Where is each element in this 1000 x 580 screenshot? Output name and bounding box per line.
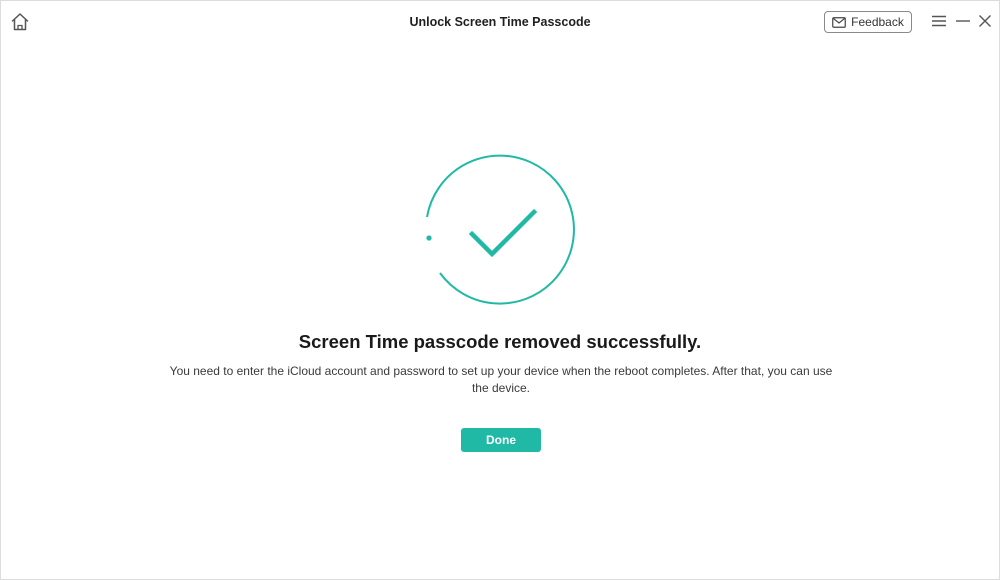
done-button[interactable]: Done (461, 428, 541, 452)
menu-button[interactable] (931, 13, 947, 29)
minimize-icon (956, 20, 970, 22)
menu-icon (932, 15, 946, 27)
success-headline: Screen Time passcode removed successfull… (298, 331, 702, 352)
feedback-button[interactable]: Feedback (824, 11, 912, 33)
close-icon (979, 15, 991, 27)
success-graphic (421, 151, 581, 311)
feedback-label: Feedback (851, 15, 904, 29)
mail-icon (832, 16, 846, 28)
title-bar: Unlock Screen Time Passcode Feedback (1, 1, 999, 45)
close-button[interactable] (977, 13, 993, 29)
success-message: You need to enter the iCloud account and… (169, 364, 833, 395)
minimize-button[interactable] (955, 13, 971, 29)
success-check-icon (426, 154, 575, 305)
app-window: Unlock Screen Time Passcode Feedback Scr… (0, 0, 1000, 580)
